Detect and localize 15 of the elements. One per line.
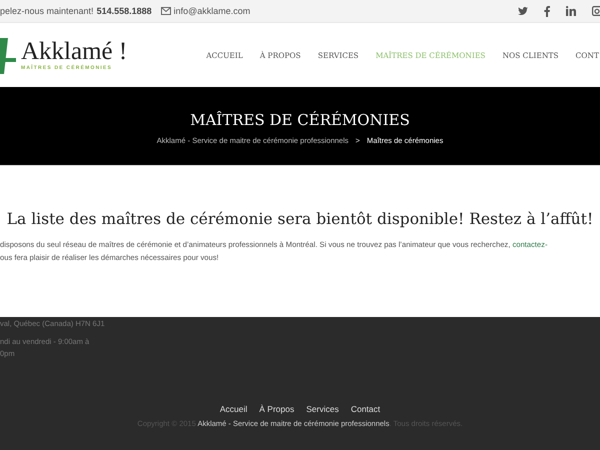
bird-icon[interactable] <box>518 6 528 16</box>
email-link[interactable]: info@akklame.com <box>174 6 250 16</box>
section-heading: La liste des maîtres de cérémonie sera bientôt disponible! Restez à l’affût! <box>6 210 594 228</box>
page-title: MAÎTRES DE CÉRÉMONIES <box>190 110 410 129</box>
phone-number[interactable]: 514.558.1888 <box>96 6 152 16</box>
footer-link[interactable]: Services <box>306 404 339 414</box>
footer-link[interactable]: Accueil <box>220 404 248 414</box>
logo-name[interactable]: Akklamé ! <box>21 39 128 65</box>
linkedin-icon[interactable] <box>566 6 576 16</box>
envelope-icon <box>160 7 171 15</box>
footer-link[interactable]: À Propos <box>259 404 294 414</box>
footer-link[interactable]: Contact <box>350 404 380 414</box>
instagram-icon[interactable] <box>592 6 600 16</box>
facebook-icon[interactable] <box>544 6 550 16</box>
call-text: pelez-nous maintenant! <box>0 6 94 16</box>
